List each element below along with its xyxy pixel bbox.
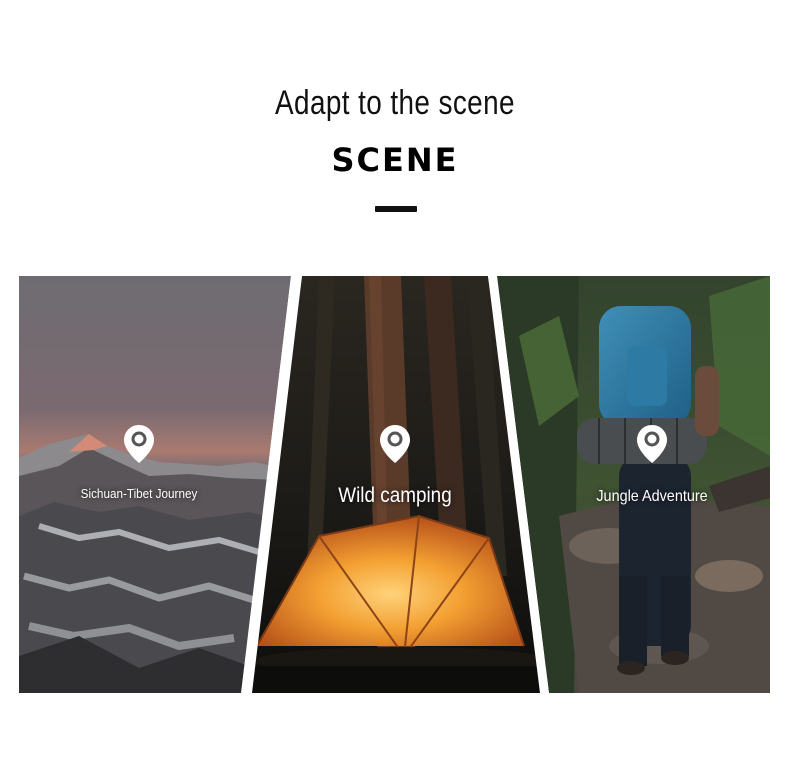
scene-2-label: Wild camping <box>338 484 452 507</box>
scene-3-pin <box>636 424 668 464</box>
location-pin-icon <box>380 425 410 463</box>
location-pin-icon <box>124 425 154 463</box>
scene-1-label: Sichuan-Tibet Journey <box>80 486 198 501</box>
location-pin-icon <box>637 425 667 463</box>
scene-3-label: Jungle Adventure <box>596 488 708 505</box>
scene-gallery: Sichuan-Tibet Journey Wild camping Jungl… <box>19 276 770 693</box>
title-divider <box>375 206 417 212</box>
section-subtitle: SCENE <box>331 141 459 179</box>
scene-1-pin <box>123 424 155 464</box>
scene-2-pin <box>379 424 411 464</box>
page-title: Adapt to the scene <box>275 84 515 122</box>
